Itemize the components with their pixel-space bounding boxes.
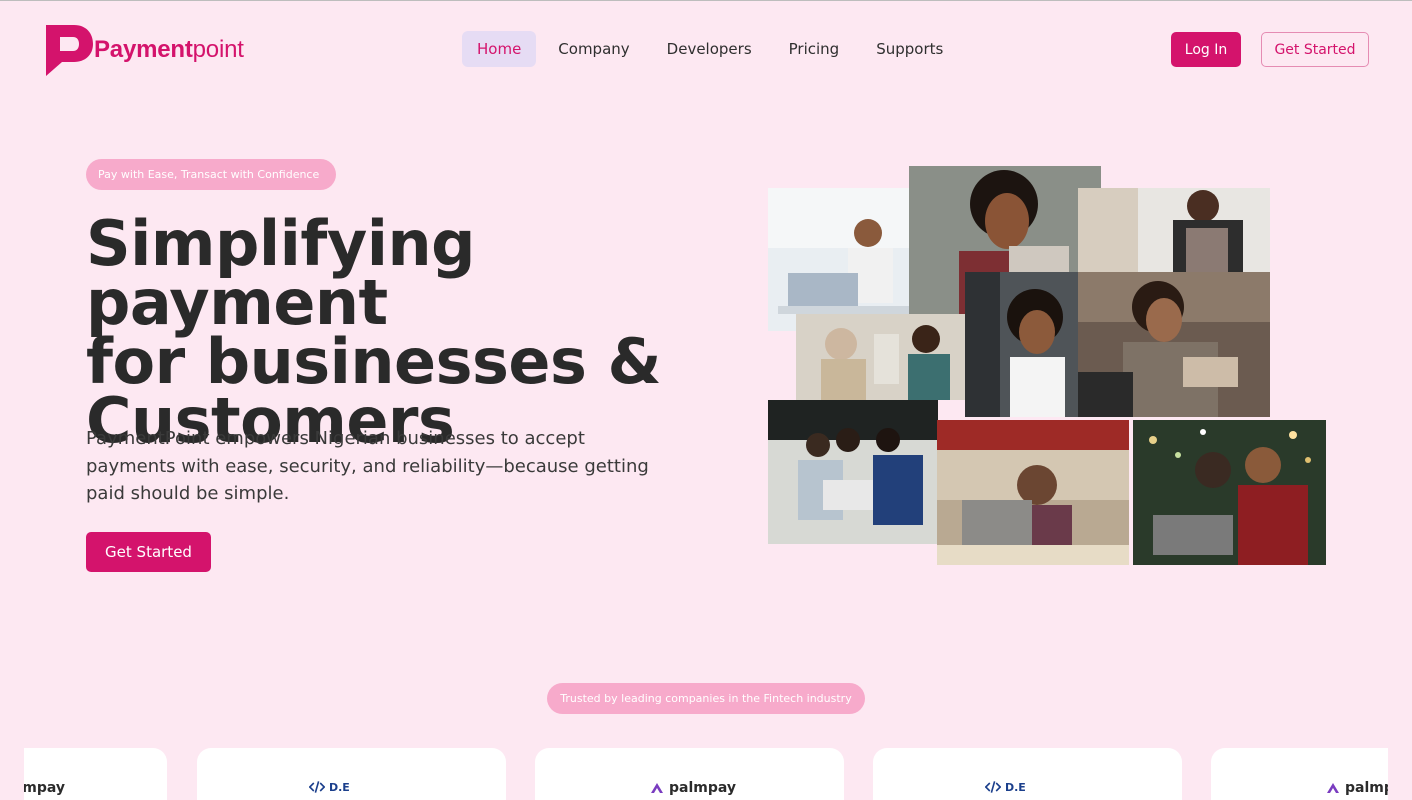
code-icon: [985, 781, 1001, 793]
photo-woman-barista: [1078, 272, 1270, 417]
partner-logo-palmpay: palmpay: [649, 780, 736, 796]
main-nav: Home Company Developers Pricing Supports: [462, 31, 965, 67]
brand-logo[interactable]: Paymentpoint: [44, 22, 244, 78]
partner-logo-palmpay: palmpay: [1325, 780, 1388, 796]
partner-card: D.E: [197, 748, 506, 800]
photo-man-apron: [1078, 188, 1270, 274]
partner-card: D.E: [873, 748, 1182, 800]
login-button[interactable]: Log In: [1171, 32, 1241, 67]
photo-woman-cafe: [937, 420, 1129, 565]
photo-women-shop: [796, 314, 966, 400]
partner-logo-de: D.E: [309, 780, 350, 794]
partner-logo-de: D.E: [985, 780, 1026, 794]
hero-title: Simplifying payment for businesses & Cus…: [86, 213, 736, 452]
hero-subtitle: PaymentPoint empowers Nigerian businesse…: [86, 428, 649, 504]
nav-supports[interactable]: Supports: [861, 31, 958, 67]
photo-group-laptop: [768, 400, 938, 544]
header-get-started-button[interactable]: Get Started: [1261, 32, 1369, 67]
photo-man-laptop: [768, 188, 910, 331]
code-icon: [309, 781, 325, 793]
nav-company[interactable]: Company: [543, 31, 644, 67]
nav-pricing[interactable]: Pricing: [774, 31, 855, 67]
partner-logos-carousel: palmpay D.E palmpay D.E palmpay: [24, 748, 1388, 800]
partner-card: palmpay: [535, 748, 844, 800]
palmpay-logo-icon: [1327, 783, 1339, 793]
photo-couple-laptop: [1133, 420, 1326, 565]
photo-woman-curly-hair: [965, 272, 1078, 417]
hero-tagline-badge: Pay with Ease, Transact with Confidence: [86, 159, 336, 190]
trusted-badge: Trusted by leading companies in the Fint…: [547, 683, 865, 714]
nav-home[interactable]: Home: [462, 31, 537, 67]
brand-name: Paymentpoint: [94, 36, 244, 63]
partner-card: palmpay: [1211, 748, 1388, 800]
partner-card: palmpay: [24, 748, 167, 800]
partner-logo-palmpay: palmpay: [24, 780, 66, 796]
hero-get-started-button[interactable]: Get Started: [86, 532, 211, 572]
paymentpoint-logo-icon: [44, 23, 94, 77]
palmpay-logo-icon: [651, 783, 663, 793]
nav-developers[interactable]: Developers: [652, 31, 767, 67]
hero-title-line1: Simplifying payment: [86, 207, 476, 339]
top-border: [0, 0, 1412, 1]
